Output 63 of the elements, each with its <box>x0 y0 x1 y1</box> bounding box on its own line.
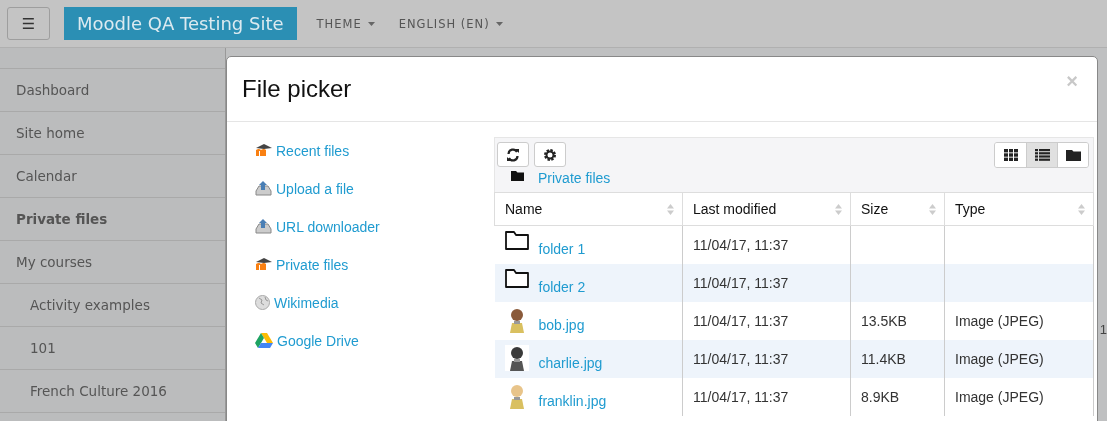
sidebar-item[interactable]: Site home <box>0 112 225 155</box>
table-cell: Image (JPEG) <box>955 313 1044 329</box>
list-icon <box>1034 149 1050 161</box>
view-button[interactable] <box>1057 143 1088 167</box>
repository-link[interactable]: Private files <box>276 257 349 273</box>
table-cell: 11/04/17, 11:37 <box>682 340 851 378</box>
refresh-icon <box>506 147 520 162</box>
dialog-title: File picker <box>242 75 352 103</box>
sidebar-item[interactable]: Calendar <box>0 155 225 198</box>
repository-link[interactable]: Google Drive <box>277 333 359 349</box>
sidebar-item[interactable]: My courses <box>0 241 225 284</box>
column-header[interactable]: Name <box>494 192 683 226</box>
globe-icon <box>255 295 270 310</box>
file-link[interactable]: bob.jpg <box>538 307 585 333</box>
sidebar-item[interactable]: 101 <box>0 327 225 370</box>
table-cell: 13.5KB <box>861 313 907 329</box>
refresh-button[interactable] <box>497 142 529 167</box>
sidebar-item[interactable]: Dashboard <box>0 68 225 112</box>
column-header[interactable]: Last modified <box>682 192 851 226</box>
sort-icon <box>835 204 842 215</box>
file-link[interactable]: folder 2 <box>538 269 586 295</box>
upload-icon <box>255 181 272 196</box>
sort-icon <box>667 204 674 215</box>
column-header[interactable]: Size <box>850 192 945 226</box>
sidebar-item[interactable]: French Culture 2016 <box>0 370 225 413</box>
path-link[interactable]: Private files <box>538 170 611 186</box>
page-text: 1 <box>1099 322 1107 337</box>
moodle-icon <box>255 143 272 156</box>
sidebar-item[interactable]: Private files <box>0 198 225 241</box>
site-name[interactable]: Moodle QA Testing Site <box>64 7 297 40</box>
sort-icon <box>929 204 936 215</box>
dropdown-menu[interactable]: ENGLISH (EN) <box>394 16 507 31</box>
repository-link[interactable]: Recent files <box>276 143 350 159</box>
folder-icon <box>1065 149 1081 161</box>
folder-icon <box>504 269 529 288</box>
folder-icon <box>504 231 529 250</box>
table-cell: 8.9KB <box>861 389 900 405</box>
upload-icon <box>255 219 272 234</box>
table-cell: Image (JPEG) <box>955 351 1044 367</box>
column-header[interactable]: Type <box>944 192 1094 226</box>
drive-icon <box>255 333 273 348</box>
view-button[interactable] <box>995 143 1026 167</box>
sidebar-item[interactable]: Activity examples <box>0 284 225 327</box>
file-link[interactable]: franklin.jpg <box>538 383 607 409</box>
folder-icon <box>511 171 524 181</box>
table-cell: Image (JPEG) <box>955 389 1044 405</box>
repository-link[interactable]: Wikimedia <box>274 295 339 311</box>
table-cell: 11/04/17, 11:37 <box>682 264 851 302</box>
dropdown-menu[interactable]: THEME <box>312 16 379 31</box>
menu-button[interactable]: ☰ <box>7 7 50 40</box>
sort-icon <box>1078 204 1085 215</box>
grid-icon <box>1003 149 1018 161</box>
table-cell: 11/04/17, 11:37 <box>682 378 851 416</box>
caret-icon <box>495 21 503 26</box>
table-cell: 11.4KB <box>861 351 906 367</box>
repository-link[interactable]: Upload a file <box>276 181 354 197</box>
repository-link[interactable]: URL downloader <box>276 219 380 235</box>
settings-icon <box>543 147 557 162</box>
caret-icon <box>367 21 375 26</box>
moodle-icon <box>255 257 272 270</box>
file-link[interactable]: folder 1 <box>538 231 586 257</box>
view-button[interactable] <box>1026 143 1057 167</box>
settings-button[interactable] <box>534 142 566 167</box>
